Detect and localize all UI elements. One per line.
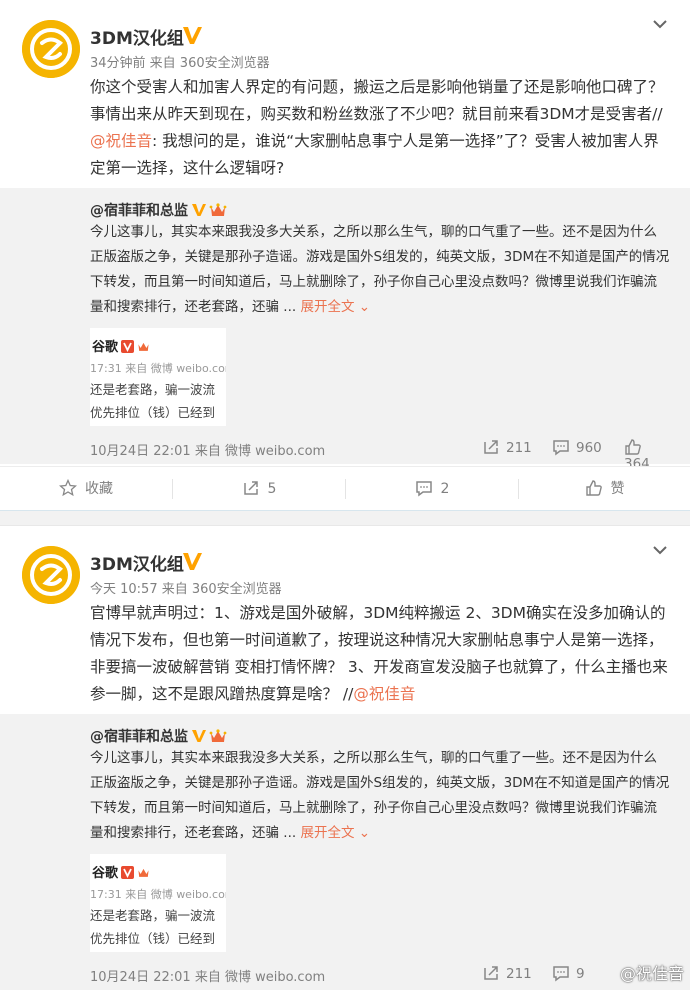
comment-count[interactable]: 960 [552, 438, 602, 456]
repost-text: 今儿这事儿，其实本来跟我没多大关系，之所以那么生气，聊的口气重了一些。还不是因为… [90, 224, 670, 315]
expand-full-text-link[interactable]: 展开全文 ⌄ [300, 299, 370, 315]
verified-badge-icon [183, 553, 202, 570]
crown-icon [209, 203, 227, 216]
author-name[interactable]: 3DM汉化组 [90, 550, 184, 575]
repost-author[interactable]: @宿菲菲和总监 [90, 200, 227, 220]
weibo-post: 3DM汉化组 今天 10:57 来自 360安全浏览器 官博早就声明过：1、游戏… [0, 526, 690, 990]
action-bar: 收藏 5 2 赞 [0, 466, 690, 511]
watermark: @祝佳音 [619, 964, 684, 983]
thumbs-up-icon [585, 480, 602, 496]
verified-badge-icon [192, 730, 206, 742]
mention-link[interactable]: @祝佳音 [353, 685, 415, 703]
verified-badge-icon [183, 27, 202, 44]
repost-date: 10月24日 22:01 来自 微博 weibo.com [90, 970, 326, 985]
repost-icon [484, 966, 498, 980]
repost-count[interactable]: 211 [482, 438, 532, 456]
comment-button[interactable]: 2 [346, 467, 518, 511]
repost-image-thumbnail[interactable]: 谷歌 17:31 来自 微博 weibo.com 还是老套路，骗一波流 优先排位… [90, 328, 226, 426]
repost-date: 10月24日 22:01 来自 微博 weibo.com [90, 444, 326, 459]
expand-full-text-link[interactable]: 展开全文 ⌄ [300, 825, 370, 841]
thumb-author: 谷歌 [92, 340, 119, 355]
post-text: 官博早就声明过：1、游戏是国外破解，3DM纯粹搬运 2、3DM确实在没多加确认的… [90, 604, 668, 703]
comment-icon [553, 440, 569, 456]
thumb-line: 优先排位（钱）已经到 [90, 931, 216, 946]
repost-author[interactable]: @宿菲菲和总监 [90, 726, 227, 746]
repost-card[interactable]: @宿菲菲和总监 今儿这事儿，其实本来跟我没多大关系，之所以那么生气，聊的口气重了… [0, 714, 690, 990]
repost-card[interactable]: @宿菲菲和总监 今儿这事儿，其实本来跟我没多大关系，之所以那么生气，聊的口气重了… [0, 188, 690, 472]
thumb-meta: 17:31 来自 微博 weibo.com [90, 362, 226, 375]
crown-icon [138, 868, 149, 877]
repost-count[interactable]: 211 [482, 964, 532, 982]
comment-icon [553, 966, 569, 982]
post-meta: 34分钟前 来自 360安全浏览器 [90, 56, 270, 71]
verified-badge-icon [121, 866, 135, 879]
post-separator [0, 510, 690, 526]
weibo-post: 3DM汉化组 34分钟前 来自 360安全浏览器 你这个受害人和加害人界定的有问… [0, 0, 690, 511]
thumb-meta: 17:31 来自 微博 weibo.con [90, 888, 226, 901]
verified-badge-icon [121, 340, 135, 353]
crown-icon [138, 342, 149, 351]
chevron-down-icon[interactable] [650, 14, 670, 34]
repost-icon [484, 440, 498, 454]
repost-text: 今儿这事儿，其实本来跟我没多大关系，之所以那么生气，聊的口气重了一些。还不是因为… [90, 750, 670, 841]
mention-link[interactable]: @祝佳音 [90, 132, 152, 150]
comment-icon [415, 481, 432, 497]
star-icon [58, 478, 78, 497]
repost-button[interactable]: 5 [173, 467, 345, 511]
comment-count[interactable]: 9 [552, 964, 585, 982]
thumb-author: 谷歌 [92, 866, 119, 881]
thumb-line: 还是老套路，骗一波流 [90, 382, 216, 397]
thumb-line: 优先排位（钱）已经到 [90, 405, 216, 420]
like-button[interactable]: 赞 [519, 467, 690, 511]
post-text: 你这个受害人和加害人界定的有问题，搬运之后是影响他销量了还是影响他口碑了？ 事情… [90, 78, 664, 177]
post-meta: 今天 10:57 来自 360安全浏览器 [90, 582, 282, 597]
crown-icon [209, 729, 227, 742]
avatar[interactable] [22, 546, 80, 604]
thumb-line: 还是老套路，骗一波流 [90, 908, 216, 923]
thumbs-up-icon [625, 439, 641, 455]
author-name[interactable]: 3DM汉化组 [90, 24, 184, 49]
verified-badge-icon [192, 204, 206, 216]
chevron-down-icon[interactable] [650, 540, 670, 560]
avatar[interactable] [22, 20, 80, 78]
repost-image-thumbnail[interactable]: 谷歌 17:31 来自 微博 weibo.con 还是老套路，骗一波流 优先排位… [90, 854, 226, 952]
repost-icon [243, 481, 258, 495]
favorite-button[interactable]: 收藏 [0, 467, 172, 511]
